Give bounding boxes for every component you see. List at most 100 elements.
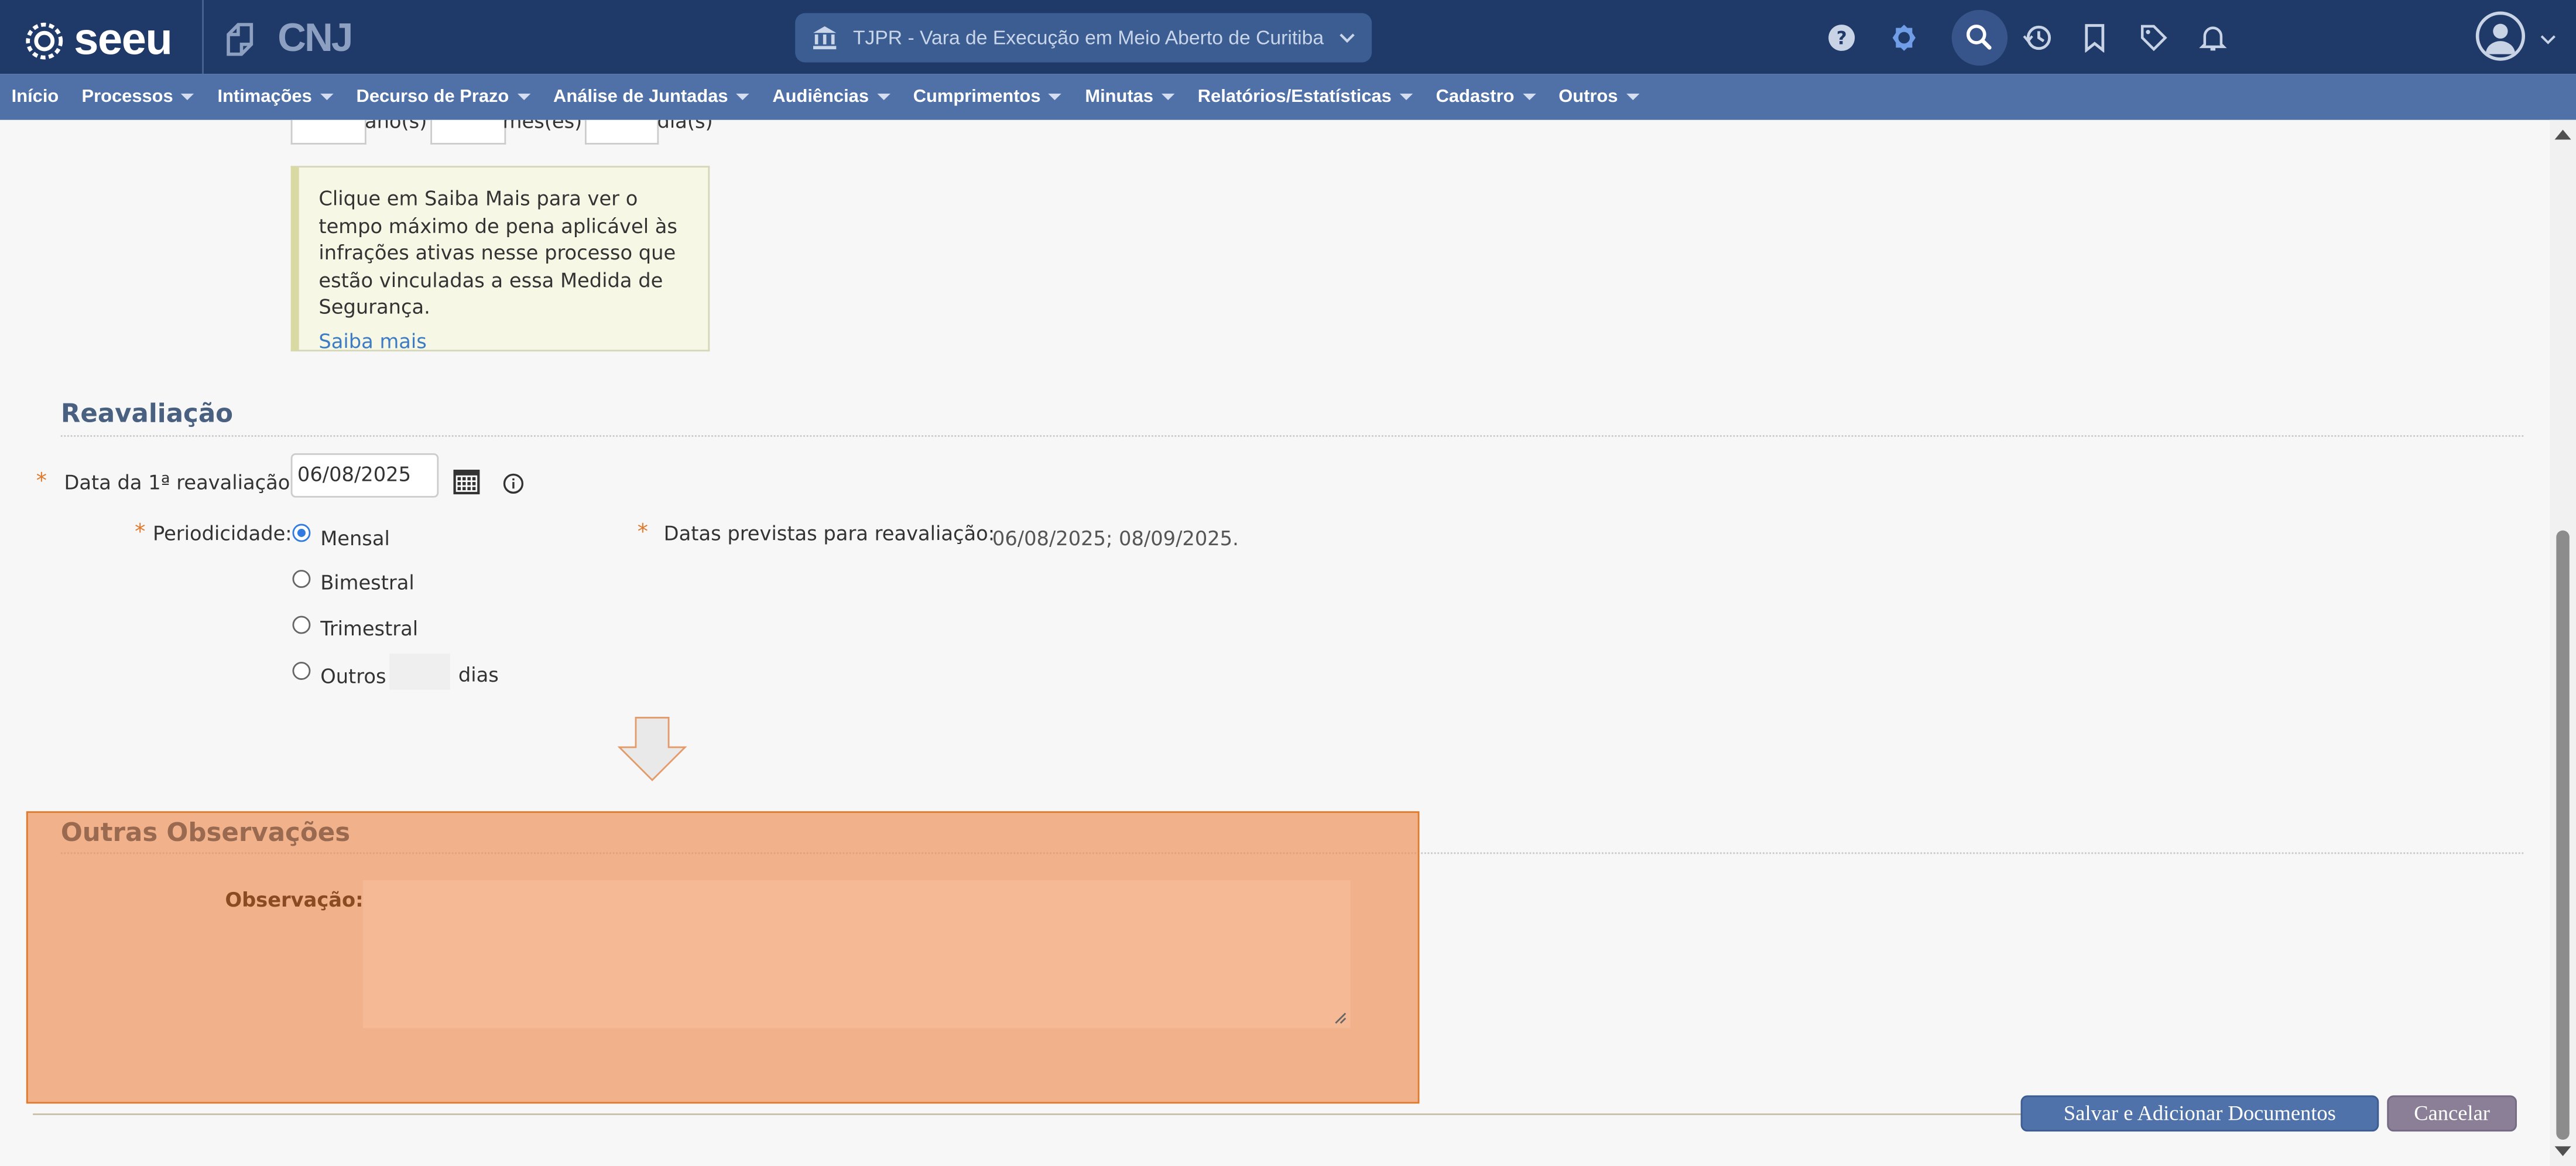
menu-item-label: Decurso de Prazo <box>356 87 509 107</box>
menu-item[interactable]: Análise de Juntadas <box>542 87 761 107</box>
saiba-mais-link[interactable]: Saiba mais <box>318 327 691 354</box>
svg-text:?: ? <box>1837 28 1847 49</box>
first-reevaluation-label: Data da 1ª reavaliação: <box>64 471 297 495</box>
cnj-logo: CNJ <box>222 16 353 63</box>
search-icon <box>1966 25 1992 50</box>
radio-bimestral[interactable] <box>292 570 311 588</box>
radio-trimestral[interactable] <box>292 616 311 634</box>
scroll-up-arrow[interactable] <box>2554 129 2571 140</box>
cnj-logo-text: CNJ <box>278 16 353 61</box>
observacoes-section-title: Outras Observações <box>60 818 351 847</box>
form-content: ano(s) mês(es) dia(s) Clique em Saiba Ma… <box>0 119 2550 1166</box>
search-button[interactable] <box>1951 9 2008 66</box>
footer-divider <box>33 1113 2034 1116</box>
user-avatar[interactable] <box>2475 11 2526 61</box>
menu-item[interactable]: Audiências <box>761 87 902 107</box>
required-marker: * <box>36 470 47 495</box>
bell-icon[interactable] <box>2195 20 2231 56</box>
menu-item-label: Cumprimentos <box>913 87 1041 107</box>
menu-item-label: Início <box>11 87 59 107</box>
radio-mensal[interactable] <box>292 524 311 542</box>
info-box: Clique em Saiba Mais para ver o tempo má… <box>290 166 710 354</box>
menu-item[interactable]: Cadastro <box>1424 87 1547 107</box>
section-divider <box>60 435 2524 437</box>
cnj-emblem-icon <box>227 23 254 56</box>
caret-down-icon <box>1162 93 1175 101</box>
required-marker: * <box>637 520 649 546</box>
radio-outros-label: Outros <box>320 665 386 688</box>
save-and-add-documents-button[interactable]: Salvar e Adicionar Documentos <box>2020 1095 2379 1132</box>
caret-down-icon <box>736 93 750 101</box>
radio-bimestral-label: Bimestral <box>320 571 415 595</box>
days-unit-label: dia(s) <box>657 119 713 134</box>
menu-item-label: Outros <box>1558 87 1618 107</box>
caret-down-icon <box>517 93 530 101</box>
main-menu: Início Processos Intimações Decurso de Praz… <box>0 74 2576 120</box>
menu-item-label: Cadastro <box>1436 87 1515 107</box>
menu-item[interactable]: Minutas <box>1074 87 1186 107</box>
calendar-icon[interactable] <box>452 466 482 502</box>
menu-item[interactable]: Relatórios/Estatísticas <box>1186 87 1424 107</box>
user-icon <box>2485 23 2516 54</box>
help-icon[interactable]: ? <box>1824 20 1860 56</box>
menu-item[interactable]: Cumprimentos <box>902 87 1074 107</box>
menu-item-label: Audiências <box>772 87 869 107</box>
radio-trimestral-label: Trimestral <box>320 617 419 641</box>
observacao-textarea[interactable] <box>363 880 1351 1028</box>
user-menu-chevron-icon[interactable] <box>2530 21 2566 57</box>
periodicity-label: Periodicidade: <box>152 522 292 546</box>
other-days-input[interactable] <box>389 654 450 690</box>
menu-item[interactable]: Intimações <box>206 87 345 107</box>
reavaliacao-section-title: Reavaliação <box>60 399 234 429</box>
seeu-gear-icon <box>26 22 63 59</box>
menu-item-label: Relatórios/Estatísticas <box>1197 87 1392 107</box>
theme-icon[interactable] <box>1886 20 1922 56</box>
scrollbar-thumb[interactable] <box>2556 530 2570 1140</box>
seeu-logo[interactable]: seeu <box>25 15 173 66</box>
history-icon[interactable] <box>2019 20 2056 56</box>
menu-item-label: Análise de Juntadas <box>553 87 728 107</box>
years-input[interactable] <box>290 119 366 145</box>
first-reevaluation-date-input[interactable]: 06/08/2025 <box>290 453 439 498</box>
menu-item-label: Processos <box>81 87 173 107</box>
scheduled-dates-value: 06/08/2025; 08/09/2025. <box>992 527 1239 550</box>
caret-down-icon <box>1049 93 1063 101</box>
tag-icon[interactable] <box>2136 20 2172 56</box>
caret-down-icon <box>320 93 334 101</box>
caret-down-icon <box>1626 93 1639 101</box>
scroll-down-arrow[interactable] <box>2554 1146 2571 1157</box>
menu-item[interactable]: Início <box>0 87 70 107</box>
caret-down-icon <box>181 93 195 101</box>
resize-handle-icon[interactable] <box>1334 1011 1347 1024</box>
menu-item-label: Minutas <box>1085 87 1153 107</box>
scheduled-dates-label: Datas previstas para reavaliação: <box>663 522 995 546</box>
caret-down-icon <box>1399 93 1413 101</box>
brand-divider <box>202 0 204 74</box>
court-selector-label: TJPR - Vara de Execução em Meio Aberto d… <box>852 26 1324 50</box>
caret-down-icon <box>877 93 890 101</box>
seeu-logo-text: seeu <box>74 15 172 64</box>
years-unit-label: ano(s) <box>364 119 427 134</box>
radio-outros[interactable] <box>292 662 311 680</box>
months-input[interactable] <box>430 119 506 145</box>
chevron-down-icon <box>1339 33 1355 43</box>
court-selector[interactable]: TJPR - Vara de Execução em Meio Aberto d… <box>795 13 1372 63</box>
info-box-text: Clique em Saiba Mais para ver o tempo má… <box>318 187 677 319</box>
caret-down-icon <box>1522 93 1536 101</box>
required-marker: * <box>135 520 146 546</box>
radio-mensal-label: Mensal <box>320 527 390 550</box>
top-navbar: seeu CNJ TJPR - Vara de Execução em Meio… <box>0 0 2576 74</box>
courthouse-icon <box>813 26 837 50</box>
menu-item[interactable]: Outros <box>1547 87 1651 107</box>
days-suffix-label: dias <box>458 663 499 687</box>
bookmark-icon[interactable] <box>2077 20 2113 56</box>
menu-item-label: Intimações <box>217 87 312 107</box>
months-unit-label: mês(es) <box>502 119 583 134</box>
menu-item[interactable]: Decurso de Prazo <box>345 87 542 107</box>
observacao-label: Observação: <box>225 888 364 912</box>
days-input[interactable] <box>584 119 659 145</box>
info-icon[interactable] <box>503 470 524 501</box>
menu-item[interactable]: Processos <box>70 87 206 107</box>
vertical-scrollbar[interactable] <box>2550 119 2576 1166</box>
cancel-button[interactable]: Cancelar <box>2387 1095 2517 1132</box>
